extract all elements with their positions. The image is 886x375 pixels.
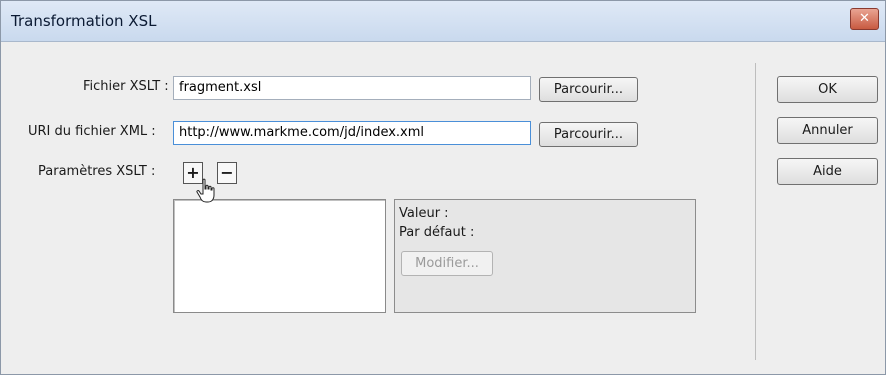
vertical-separator [755,63,756,360]
cancel-button[interactable]: Annuler [777,117,878,144]
close-button[interactable]: ✕ [850,8,879,30]
xslt-browse-button[interactable]: Parcourir... [539,77,638,102]
param-default-label: Par défaut : [399,225,475,240]
minus-icon: − [220,163,234,182]
params-list[interactable] [173,199,386,313]
xslt-params-label: Paramètres XSLT : [38,164,156,179]
dialog-title: Transformation XSL [11,12,157,30]
param-details-panel: Valeur : Par défaut : Modifier... [394,199,696,313]
xml-uri-label: URI du fichier XML : [28,124,156,139]
close-icon: ✕ [859,11,870,26]
param-value-label: Valeur : [399,206,449,221]
xml-uri-input[interactable]: http://www.markme.com/jd/index.xml [173,121,531,145]
help-button[interactable]: Aide [777,158,878,185]
xsl-transformation-dialog: Transformation XSL ✕ Fichier XSLT : frag… [0,0,886,375]
xslt-file-label: Fichier XSLT : [83,79,169,94]
xslt-file-input[interactable]: fragment.xsl [173,76,531,100]
ok-button[interactable]: OK [777,76,878,103]
title-bar: Transformation XSL ✕ [1,1,885,42]
hand-cursor-icon [196,178,215,203]
modify-param-button[interactable]: Modifier... [401,251,493,276]
xml-browse-button[interactable]: Parcourir... [539,122,638,147]
remove-param-button[interactable]: − [217,162,237,184]
